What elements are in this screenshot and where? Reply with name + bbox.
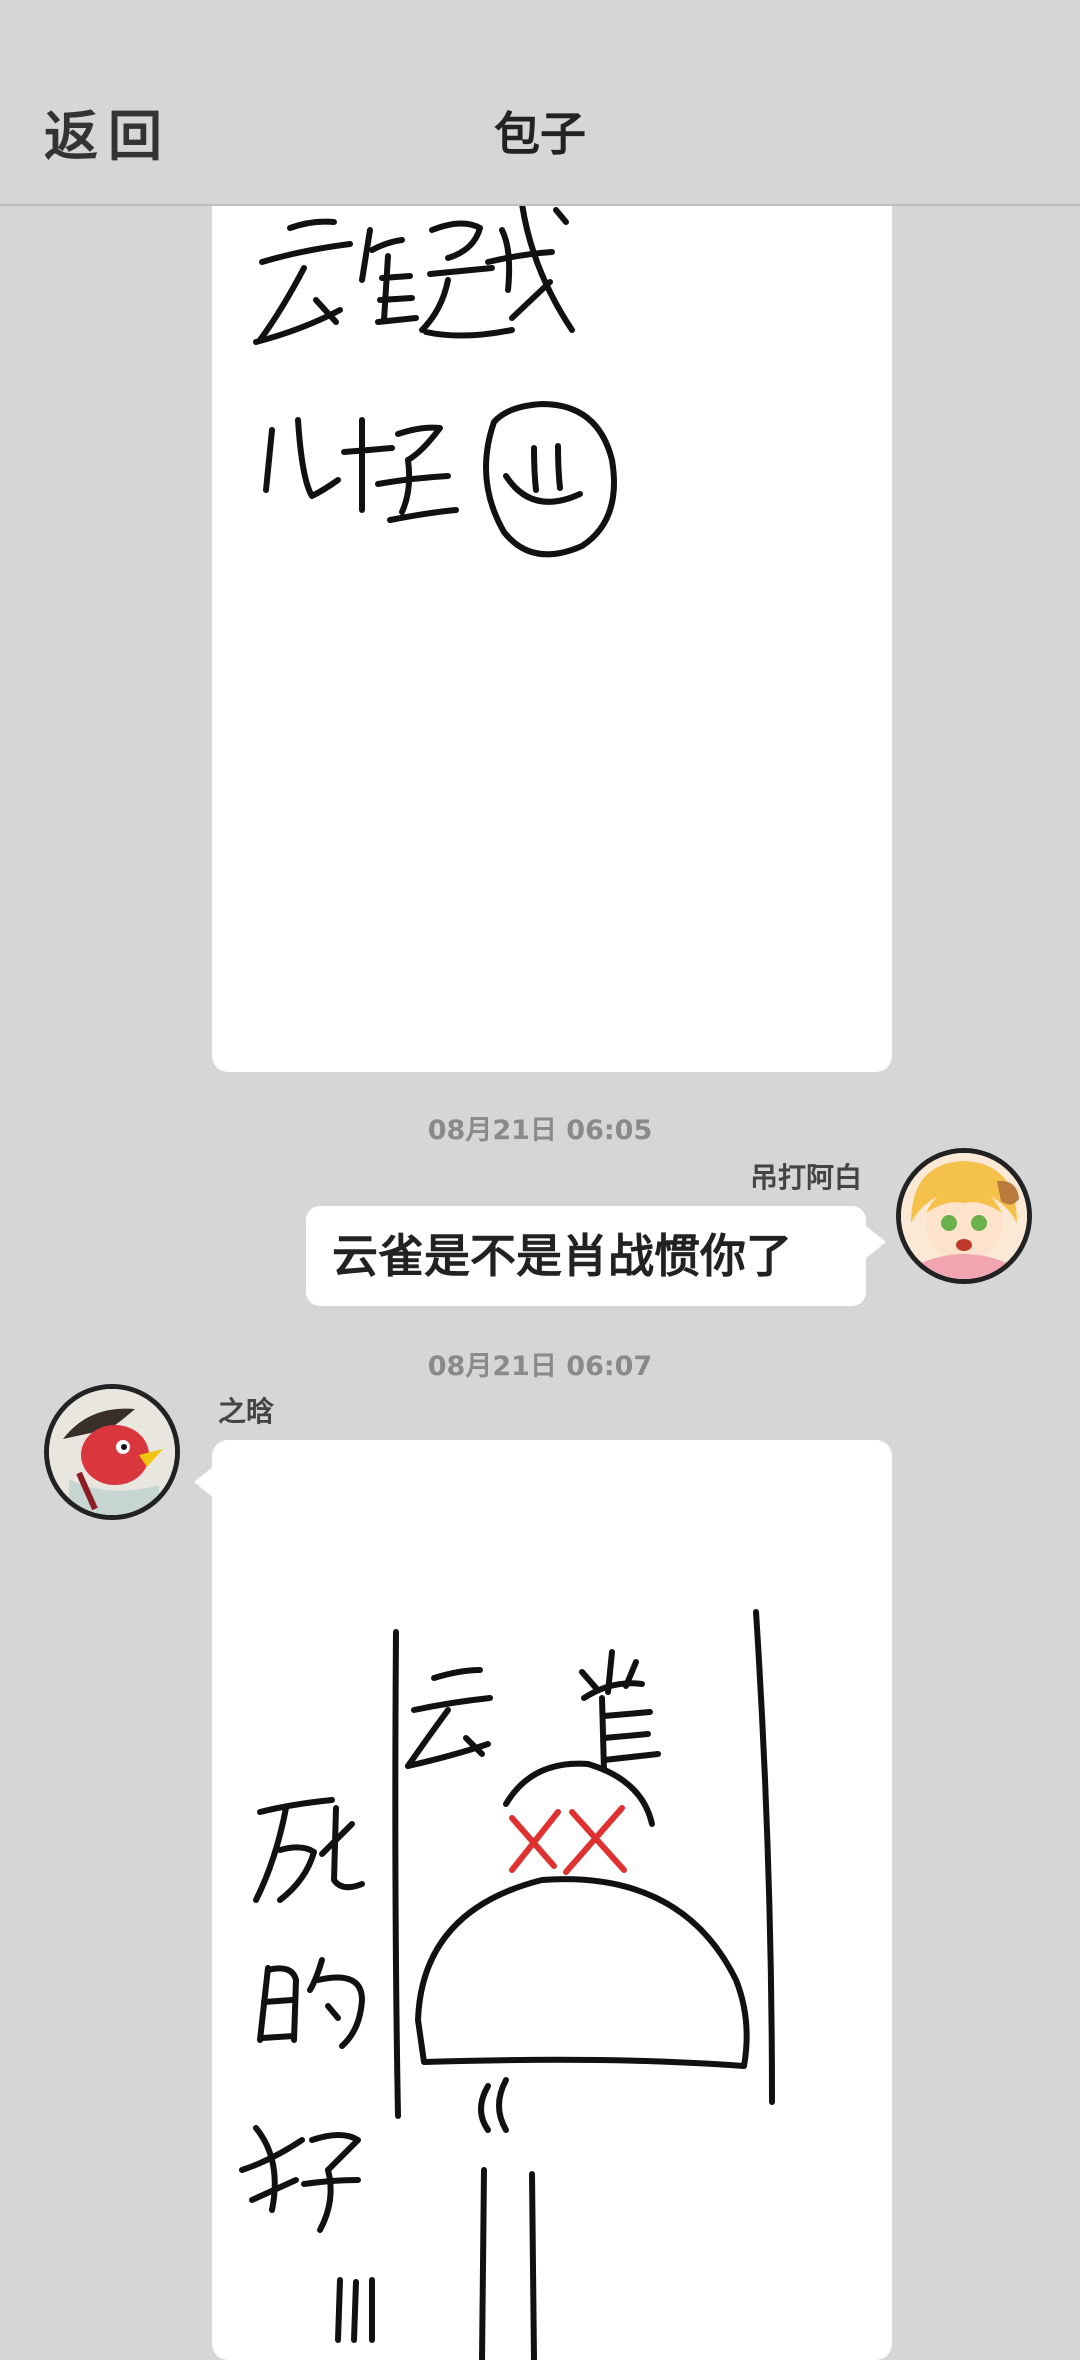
chat-title: 包子 <box>494 107 586 161</box>
red-bird-avatar-icon[interactable] <box>44 1384 180 1520</box>
top-nav-bar: 返回 包子 <box>0 0 1080 206</box>
handwritten-drawing-1 <box>253 201 617 558</box>
image-message-2[interactable] <box>212 1440 892 2360</box>
text-message-bubble[interactable]: 云雀是不是肖战惯你了 <box>306 1206 866 1306</box>
timestamp: 08月21日 06:05 <box>427 1115 653 1146</box>
bubble-tail <box>866 1226 886 1258</box>
sender-name: 之晗 <box>218 1395 275 1428</box>
sender-name: 吊打阿白 <box>749 1161 862 1194</box>
anime-girl-avatar-icon[interactable] <box>896 1148 1032 1284</box>
image-message-1[interactable] <box>212 190 892 1072</box>
handwritten-drawing-2 <box>239 1609 775 2360</box>
bubble-tail <box>194 1466 214 1498</box>
timestamp: 08月21日 06:07 <box>427 1351 653 1382</box>
